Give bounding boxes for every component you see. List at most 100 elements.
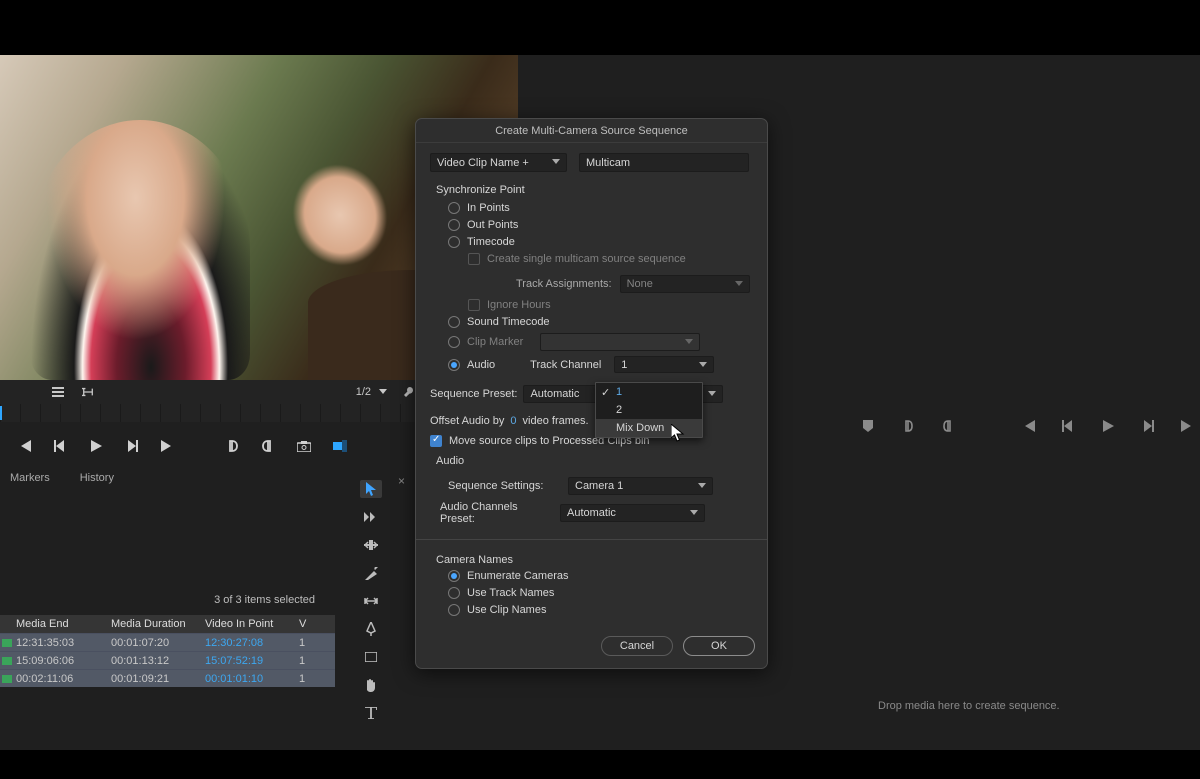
media-table: Media End Media Duration Video In Point …	[0, 615, 335, 687]
table-row[interactable]: 12:31:35:03 00:01:07:20 12:30:27:08 1	[0, 633, 335, 651]
offset-audio-suffix: video frames.	[523, 415, 589, 427]
audio-section-label: Audio	[436, 455, 753, 467]
step-back-button[interactable]	[52, 438, 68, 454]
track-select-tool[interactable]	[362, 508, 380, 526]
name-mode-select[interactable]: Video Clip Name +	[430, 153, 567, 172]
track-assignments-select: None	[620, 275, 750, 293]
add-marker-button[interactable]	[860, 418, 876, 434]
table-row[interactable]: 15:09:06:06 00:01:13:12 15:07:52:19 1	[0, 651, 335, 669]
ok-button[interactable]: OK	[683, 636, 755, 656]
play-button[interactable]	[1100, 418, 1116, 434]
step-forward-button[interactable]	[1140, 418, 1156, 434]
tool-palette	[360, 480, 382, 722]
col-video-in[interactable]: Video In Point	[205, 618, 299, 630]
check-ignore-hours: Ignore Hours	[468, 299, 753, 311]
mark-out-button[interactable]	[940, 418, 956, 434]
clip-marker-select	[540, 333, 700, 351]
selection-tool[interactable]	[360, 480, 382, 498]
chevron-down-icon	[690, 510, 698, 515]
radio-timecode[interactable]: Timecode	[448, 236, 753, 248]
slip-tool[interactable]	[362, 592, 380, 610]
go-to-out-button[interactable]	[160, 438, 176, 454]
tab-markers[interactable]: Markers	[10, 472, 50, 488]
chevron-down-icon	[685, 339, 693, 344]
col-v[interactable]: V	[299, 618, 329, 630]
dropdown-item-2[interactable]: 2	[596, 401, 702, 419]
marker-handles-icon[interactable]	[82, 386, 94, 398]
panel-close-icon[interactable]: ×	[398, 474, 405, 488]
create-multicam-dialog: Create Multi-Camera Source Sequence Vide…	[415, 118, 768, 669]
dropdown-item-mixdown[interactable]: Mix Down	[596, 419, 702, 437]
track-channel-label: Track Channel	[530, 359, 601, 371]
chevron-down-icon	[735, 281, 743, 286]
hand-tool[interactable]	[362, 676, 380, 694]
chevron-down-icon	[698, 483, 706, 488]
cancel-button[interactable]: Cancel	[601, 636, 673, 656]
razor-tool[interactable]	[362, 564, 380, 582]
playhead-icon[interactable]	[0, 406, 2, 420]
play-button[interactable]	[88, 438, 104, 454]
ripple-edit-tool[interactable]	[362, 536, 380, 554]
step-forward-button[interactable]	[124, 438, 140, 454]
export-frame-button[interactable]	[296, 438, 312, 454]
sequence-name-input[interactable]: Multicam	[579, 153, 749, 172]
track-assignments-label: Track Assignments:	[516, 278, 612, 290]
checkmark-icon: ✓	[601, 386, 610, 399]
check-create-single: Create single multicam source sequence	[468, 253, 753, 265]
timeline-drop-hint: Drop media here to create sequence.	[878, 700, 1060, 712]
offset-audio-value[interactable]: 0	[510, 415, 516, 427]
zoom-label: 1/2	[356, 386, 371, 398]
table-row[interactable]: 00:02:11:06 00:01:09:21 00:01:01:10 1	[0, 669, 335, 687]
radio-audio[interactable]: Audio Track Channel 1	[448, 356, 753, 373]
list-view-icon[interactable]	[52, 386, 64, 398]
chevron-down-icon[interactable]	[377, 386, 389, 398]
sync-point-label: Synchronize Point	[436, 184, 753, 196]
preview-prop-hand	[268, 140, 412, 290]
program-transport	[860, 418, 1200, 434]
timeline-ruler[interactable]	[0, 404, 415, 422]
col-media-duration[interactable]: Media Duration	[111, 618, 205, 630]
pen-tool[interactable]	[362, 620, 380, 638]
radio-sound-timecode[interactable]: Sound Timecode	[448, 316, 753, 328]
chevron-down-icon	[708, 391, 716, 396]
preview-footer: 1/2	[0, 380, 415, 404]
go-to-in-button[interactable]	[16, 438, 32, 454]
tab-history[interactable]: History	[80, 472, 114, 488]
track-channel-select[interactable]: 1	[614, 356, 714, 373]
clip-icon	[2, 657, 12, 665]
sequence-settings-label: Sequence Settings:	[448, 480, 562, 492]
sequence-preset-label: Sequence Preset:	[430, 388, 517, 400]
audio-channels-preset-label: Audio Channels Preset:	[440, 501, 554, 525]
chevron-down-icon	[699, 362, 707, 367]
step-back-button[interactable]	[1060, 418, 1076, 434]
audio-channels-preset-select[interactable]: Automatic	[560, 504, 705, 522]
wrench-icon[interactable]	[403, 386, 415, 398]
radio-out-points[interactable]: Out Points	[448, 219, 753, 231]
type-tool[interactable]	[362, 704, 380, 722]
dialog-title: Create Multi-Camera Source Sequence	[416, 119, 767, 143]
radio-use-clip-names[interactable]: Use Clip Names	[448, 604, 753, 616]
clip-icon	[2, 675, 12, 683]
mark-in-button[interactable]	[224, 438, 240, 454]
dropdown-item-1[interactable]: ✓ 1	[596, 383, 702, 401]
insert-button[interactable]	[332, 438, 348, 454]
rectangle-tool[interactable]	[362, 648, 380, 666]
mark-out-button[interactable]	[260, 438, 276, 454]
offset-audio-prefix: Offset Audio by	[430, 415, 504, 427]
radio-clip-marker: Clip Marker	[448, 333, 753, 351]
clip-icon	[2, 639, 12, 647]
check-move-clips[interactable]: Move source clips to Processed Clips bin	[430, 435, 753, 447]
mouse-cursor-icon	[671, 424, 685, 445]
panel-tabs: Markers History	[10, 472, 114, 488]
col-media-end[interactable]: Media End	[16, 618, 111, 630]
go-to-in-button[interactable]	[1020, 418, 1036, 434]
sequence-settings-select[interactable]: Camera 1	[568, 477, 713, 495]
radio-use-track-names[interactable]: Use Track Names	[448, 587, 753, 599]
track-channel-dropdown[interactable]: ✓ 1 2 Mix Down	[595, 382, 703, 438]
camera-names-label: Camera Names	[436, 554, 753, 566]
transport-controls	[16, 434, 416, 458]
go-to-out-button[interactable]	[1180, 418, 1196, 434]
mark-in-button[interactable]	[900, 418, 916, 434]
radio-enumerate-cameras[interactable]: Enumerate Cameras	[448, 570, 753, 582]
radio-in-points[interactable]: In Points	[448, 202, 753, 214]
